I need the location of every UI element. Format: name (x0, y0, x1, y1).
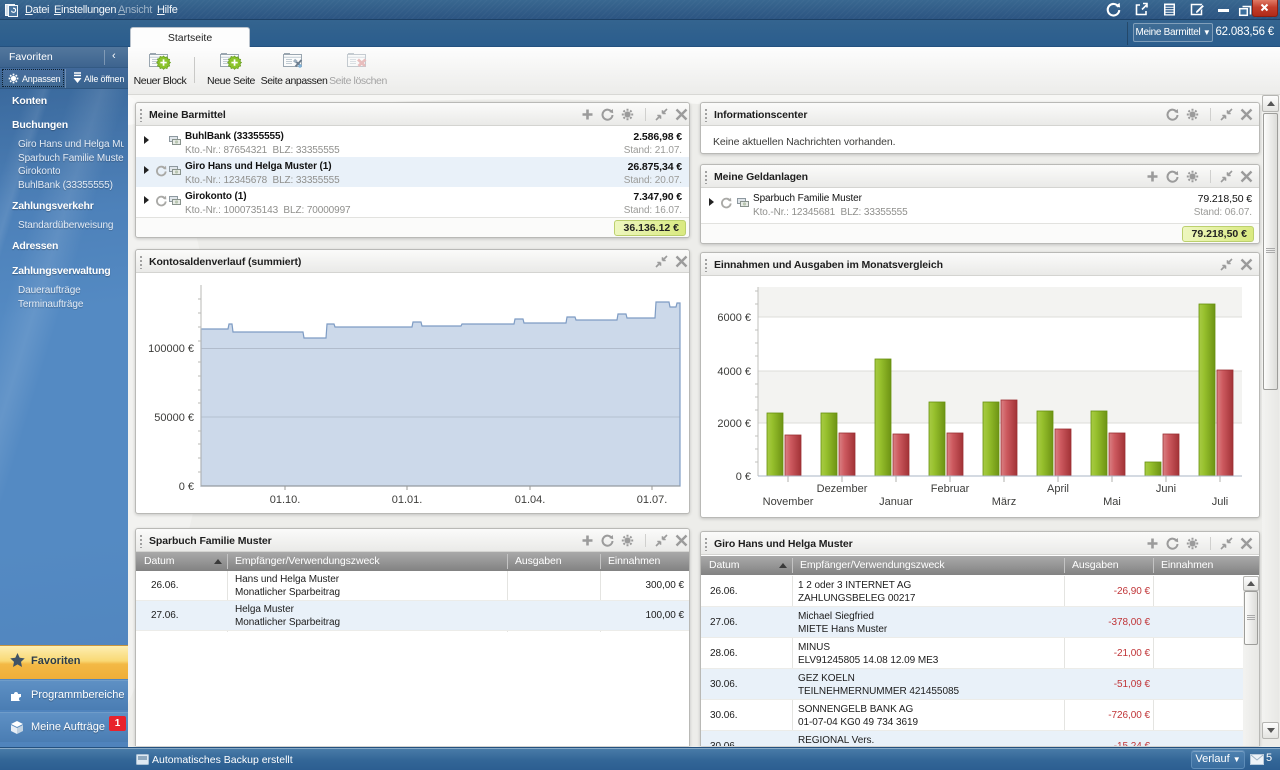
svg-text:4000 €: 4000 € (717, 366, 751, 378)
svg-text:Mai: Mai (1103, 496, 1121, 508)
svg-text:01.04.: 01.04. (515, 494, 546, 506)
svg-text:November: November (763, 496, 814, 508)
svg-text:Dezember: Dezember (817, 483, 868, 495)
svg-text:März: März (992, 496, 1016, 508)
svg-text:April: April (1047, 483, 1069, 495)
svg-text:Februar: Februar (931, 483, 970, 495)
svg-text:100000 €: 100000 € (148, 343, 194, 355)
svg-text:0 €: 0 € (736, 471, 751, 483)
svg-text:6000 €: 6000 € (717, 312, 751, 324)
svg-text:50000 €: 50000 € (154, 412, 194, 424)
svg-text:Juni: Juni (1156, 483, 1176, 495)
svg-text:01.07.: 01.07. (637, 494, 668, 506)
svg-text:0 €: 0 € (179, 481, 194, 493)
svg-text:01.01.: 01.01. (392, 494, 423, 506)
svg-text:Januar: Januar (879, 496, 913, 508)
svg-text:2000 €: 2000 € (717, 418, 751, 430)
svg-text:01.10.: 01.10. (270, 494, 301, 506)
svg-text:Juli: Juli (1212, 496, 1229, 508)
